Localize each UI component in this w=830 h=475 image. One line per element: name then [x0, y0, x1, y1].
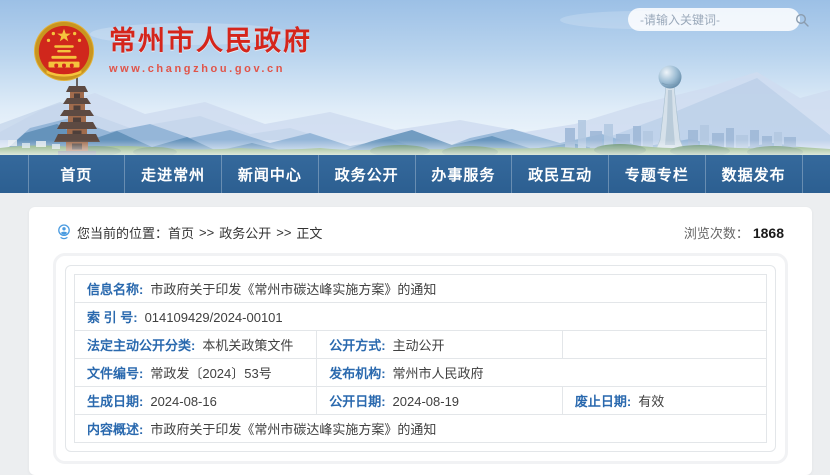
nav-item-about-changzhou[interactable]: 走进常州 [125, 155, 222, 193]
main-nav: 首页 走进常州 新闻中心 政务公开 办事服务 政民互动 专题专栏 数据发布 [0, 155, 830, 193]
category-value: 本机关政策文件 [202, 338, 293, 353]
info-panel: 信息名称: 市政府关于印发《常州市碳达峰实施方案》的通知 索 引 号: 014109… [53, 253, 788, 464]
site-search [628, 8, 800, 31]
summary-label: 内容概述: [87, 422, 143, 437]
cell-open-date: 公开日期: 2024-08-19 [317, 387, 563, 415]
nav-item-home[interactable]: 首页 [29, 155, 126, 193]
create-date-label: 生成日期: [87, 394, 143, 409]
expiry-label: 废止日期: [575, 394, 631, 409]
breadcrumb-current-page: 正文 [296, 223, 322, 242]
nav-item-interaction[interactable]: 政民互动 [512, 155, 609, 193]
table-row-summary: 内容概述: 市政府关于印发《常州市碳达峰实施方案》的通知 [75, 415, 767, 443]
table-row-index-no: 索 引 号: 014109429/2024-00101 [75, 303, 767, 331]
cell-expiry: 废止日期: 有效 [562, 387, 766, 415]
doc-no-label: 文件编号: [87, 366, 143, 381]
cell-summary: 内容概述: 市政府关于印发《常州市碳达峰实施方案》的通知 [75, 415, 767, 443]
info-name-label: 信息名称: [87, 282, 143, 297]
nav-item-special-topics[interactable]: 专题专栏 [609, 155, 706, 193]
breadcrumb: 您当前的位置： 首页 >> 政务公开 >> 正文 [57, 223, 322, 242]
expiry-value: 有效 [638, 394, 664, 409]
search-input[interactable] [640, 13, 795, 27]
table-row-doc-no: 文件编号: 常政发〔2024〕53号 发布机构: 常州市人民政府 [75, 359, 767, 387]
breadcrumb-separator: >> [199, 225, 214, 240]
open-method-label: 公开方式: [329, 338, 385, 353]
table-row-category: 法定主动公开分类: 本机关政策文件 公开方式: 主动公开 [75, 331, 767, 359]
info-table-wrapper: 信息名称: 市政府关于印发《常州市碳达峰实施方案》的通知 索 引 号: 014109… [65, 265, 776, 452]
breadcrumb-link-home[interactable]: 首页 [168, 223, 194, 242]
publisher-label: 发布机构: [329, 366, 385, 381]
site-logo[interactable]: 常州市人民政府 www.changzhou.gov.cn [33, 20, 312, 82]
publisher-value: 常州市人民政府 [393, 366, 484, 381]
cell-create-date: 生成日期: 2024-08-16 [75, 387, 317, 415]
cell-publisher: 发布机构: 常州市人民政府 [317, 359, 767, 387]
index-no-value: 014109429/2024-00101 [145, 310, 283, 325]
open-date-value: 2024-08-19 [393, 394, 460, 409]
view-count-value: 1868 [753, 225, 784, 241]
breadcrumb-separator: >> [276, 225, 291, 240]
info-name-value: 市政府关于印发《常州市碳达峰实施方案》的通知 [150, 282, 436, 297]
cell-category: 法定主动公开分类: 本机关政策文件 [75, 331, 317, 359]
cell-empty [562, 331, 766, 359]
breadcrumb-prefix: 您当前的位置： [77, 223, 168, 242]
doc-no-value: 常政发〔2024〕53号 [150, 366, 271, 381]
site-url: www.changzhou.gov.cn [109, 63, 312, 75]
view-count-label: 浏览次数： [684, 226, 749, 241]
content-card: 您当前的位置： 首页 >> 政务公开 >> 正文 浏览次数： 1868 信息名称:… [29, 207, 812, 475]
index-no-label: 索 引 号: [87, 310, 138, 325]
search-icon[interactable] [795, 13, 809, 27]
table-row-dates: 生成日期: 2024-08-16 公开日期: 2024-08-19 废止日期: 有效 [75, 387, 767, 415]
site-title: 常州市人民政府 [109, 27, 312, 57]
cell-open-method: 公开方式: 主动公开 [317, 331, 563, 359]
breadcrumb-link-gov-info[interactable]: 政务公开 [219, 223, 271, 242]
open-method-value: 主动公开 [393, 338, 445, 353]
site-header: 常州市人民政府 www.changzhou.gov.cn [0, 0, 830, 155]
location-icon [57, 224, 71, 240]
open-date-label: 公开日期: [329, 394, 385, 409]
view-count: 浏览次数： 1868 [684, 223, 784, 242]
cell-index-no: 索 引 号: 014109429/2024-00101 [75, 303, 767, 331]
category-label: 法定主动公开分类: [87, 338, 195, 353]
nav-item-news-center[interactable]: 新闻中心 [222, 155, 319, 193]
nav-item-gov-info[interactable]: 政务公开 [319, 155, 416, 193]
cell-doc-no: 文件编号: 常政发〔2024〕53号 [75, 359, 317, 387]
table-row-info-name: 信息名称: 市政府关于印发《常州市碳达峰实施方案》的通知 [75, 275, 767, 303]
summary-value: 市政府关于印发《常州市碳达峰实施方案》的通知 [150, 422, 436, 437]
nav-item-data-release[interactable]: 数据发布 [706, 155, 803, 193]
cell-info-name: 信息名称: 市政府关于印发《常州市碳达峰实施方案》的通知 [75, 275, 767, 303]
national-emblem-icon [33, 20, 95, 82]
create-date-value: 2024-08-16 [150, 394, 217, 409]
nav-item-services[interactable]: 办事服务 [416, 155, 513, 193]
info-table: 信息名称: 市政府关于印发《常州市碳达峰实施方案》的通知 索 引 号: 014109… [74, 274, 767, 443]
